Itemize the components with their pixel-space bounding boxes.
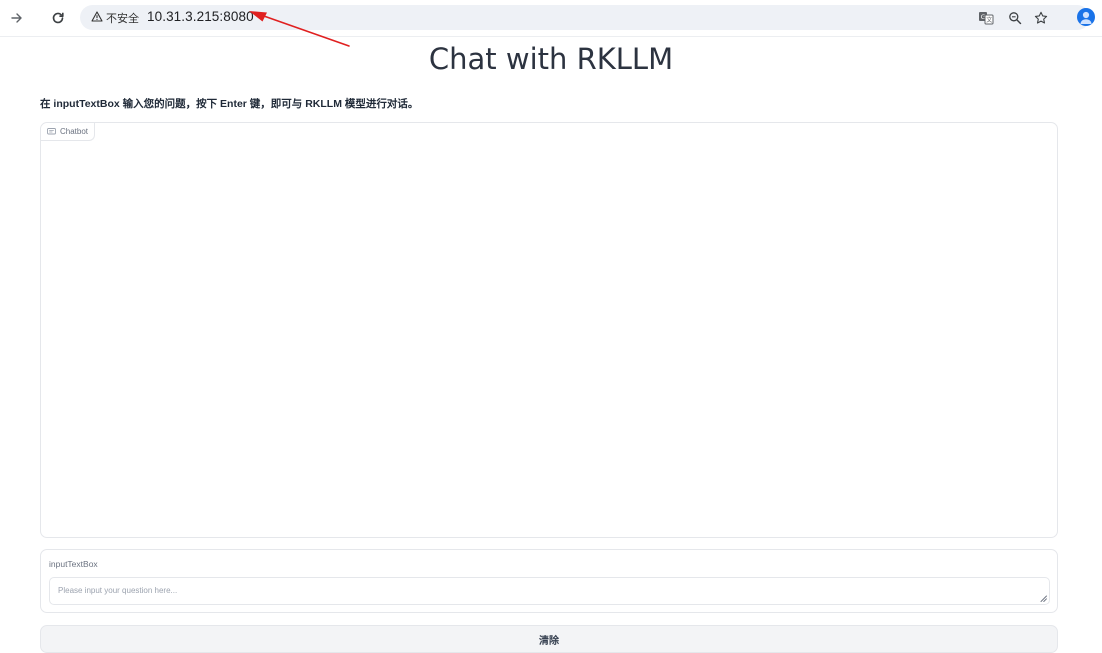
question-input[interactable] (49, 577, 1050, 605)
page: 不安全 10.31.3.215:8080 G文 Chat with RKLLM … (0, 0, 1102, 653)
resize-handle-icon[interactable] (1040, 595, 1047, 602)
input-label: inputTextBox (49, 559, 98, 569)
chatbot-label: Chatbot (41, 123, 96, 141)
page-title: Chat with RKLLM (428, 42, 674, 76)
profile-avatar-icon[interactable] (1077, 8, 1095, 26)
chatbot-label-text: Chatbot (60, 127, 89, 136)
star-icon[interactable] (1031, 8, 1051, 28)
forward-arrow-icon[interactable] (4, 5, 30, 31)
translate-icon[interactable]: G文 (976, 8, 996, 28)
chatbot-panel[interactable]: Chatbot (40, 122, 1058, 538)
chat-bubble-icon (47, 127, 56, 134)
browser-toolbar: 不安全 10.31.3.215:8080 G文 (0, 0, 1102, 47)
zoom-icon[interactable] (1005, 8, 1025, 28)
clear-button[interactable]: 清除 (40, 625, 1058, 653)
instructions-text: 在 inputTextBox 输入您的问题，按下 Enter 键，即可与 RKL… (40, 98, 419, 110)
warning-triangle-icon (91, 10, 103, 25)
input-block: inputTextBox (40, 549, 1058, 613)
security-label: 不安全 (106, 12, 139, 25)
address-bar[interactable]: 不安全 10.31.3.215:8080 G文 (80, 5, 1090, 30)
security-chip[interactable]: 不安全 (87, 8, 143, 27)
reload-icon[interactable] (45, 5, 71, 31)
url-text[interactable]: 10.31.3.215:8080 (147, 9, 254, 24)
svg-text:文: 文 (986, 16, 992, 24)
